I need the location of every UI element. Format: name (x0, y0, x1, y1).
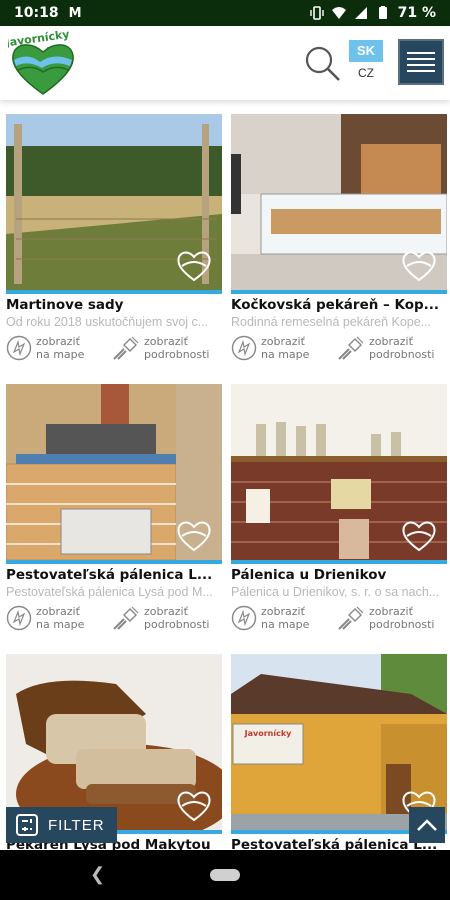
show-details-button[interactable]: zobraziť podrobnosti (337, 605, 435, 631)
javornicky-badge-icon (177, 791, 211, 822)
battery-percent: 71 % (397, 5, 436, 21)
map-line2: na mape (261, 618, 310, 631)
card-description: Od roku 2018 uskutočňujem svoj c... (6, 315, 209, 329)
lang-sk-button[interactable]: SK (349, 40, 383, 62)
map-line2: na mape (261, 348, 310, 361)
show-details-button[interactable]: zobraziť podrobnosti (337, 335, 435, 361)
map-line2: na mape (36, 348, 85, 361)
flashlight-icon (113, 606, 139, 630)
map-icon (6, 335, 32, 361)
hamburger-menu-button[interactable] (398, 39, 444, 85)
language-switcher: SK CZ (349, 40, 383, 82)
detail-line2: podrobnosti (144, 618, 210, 631)
card-accent-bar (231, 560, 447, 564)
detail-line1: zobraziť (144, 605, 188, 618)
javornicky-badge-icon (177, 521, 211, 552)
detail-line2: podrobnosti (369, 348, 435, 361)
logo[interactable]: Javornícky originál (8, 30, 78, 96)
card-description: Pestovateľská pálenica Lysá pod M... (6, 585, 213, 599)
flashlight-icon (338, 606, 364, 630)
javornicky-badge-icon (402, 521, 436, 552)
show-on-map-button[interactable]: zobraziť na mape (6, 605, 84, 631)
app-header: Javornícky originál SK CZ (0, 26, 450, 100)
map-icon (231, 335, 257, 361)
detail-line2: podrobnosti (144, 348, 210, 361)
map-icon (231, 605, 257, 631)
search-icon[interactable] (303, 44, 343, 84)
menu-line (407, 58, 435, 60)
system-nav-bar: ❮ (0, 850, 450, 900)
card-accent-bar (6, 290, 222, 294)
show-on-map-button[interactable]: zobraziť na mape (6, 335, 84, 361)
card-title[interactable]: Kočkovská pekáreň – Kop... (231, 297, 447, 313)
filter-button[interactable]: FILTER (6, 807, 117, 843)
detail-line1: zobraziť (369, 605, 413, 618)
detail-line2: podrobnosti (369, 618, 435, 631)
map-line1: zobraziť (36, 335, 80, 348)
card-description: Pálenica u Drienikov, s. r. o sa nach... (231, 585, 440, 599)
card-title[interactable]: Martinove sady (6, 297, 222, 313)
back-icon[interactable]: ❮ (90, 864, 105, 885)
lang-cz-button[interactable]: CZ (349, 62, 383, 82)
clock: 10:18 (14, 5, 59, 21)
filter-icon (16, 814, 38, 836)
flashlight-icon (338, 336, 364, 360)
listing-grid: Martinove sady Od roku 2018 uskutočňujem… (0, 100, 450, 850)
scroll-to-top-button[interactable] (409, 807, 445, 843)
card-accent-bar (6, 560, 222, 564)
gmail-icon: M (68, 5, 82, 21)
menu-line (407, 64, 435, 66)
chevron-up-icon (417, 819, 437, 831)
show-details-button[interactable]: zobraziť podrobnosti (112, 605, 210, 631)
card-title[interactable]: Pestovateľská pálenica L... (6, 567, 222, 583)
map-line1: zobraziť (36, 605, 80, 618)
vibrate-icon (309, 6, 324, 20)
home-pill-icon[interactable] (210, 869, 240, 881)
menu-line (407, 70, 435, 72)
battery-icon (378, 6, 387, 19)
card-description: Rodinná remeselná pekáreň Kope... (231, 315, 432, 329)
card-title[interactable]: Pálenica u Drienikov (231, 567, 447, 583)
map-line1: zobraziť (261, 335, 305, 348)
filter-label: FILTER (48, 816, 105, 834)
javornicky-badge-icon (402, 251, 436, 282)
flashlight-icon (113, 336, 139, 360)
detail-line1: zobraziť (144, 335, 188, 348)
javornicky-badge-icon (177, 251, 211, 282)
signal-icon (354, 7, 367, 19)
show-on-map-button[interactable]: zobraziť na mape (231, 605, 309, 631)
status-bar: 10:18 M 71 % (0, 0, 450, 26)
map-icon (6, 605, 32, 631)
map-line2: na mape (36, 618, 85, 631)
show-on-map-button[interactable]: zobraziť na mape (231, 335, 309, 361)
detail-line1: zobraziť (369, 335, 413, 348)
card-accent-bar (231, 290, 447, 294)
map-line1: zobraziť (261, 605, 305, 618)
wifi-icon (331, 7, 346, 19)
menu-line (407, 52, 435, 54)
photo-shop-sign: Javornícky (244, 729, 293, 738)
show-details-button[interactable]: zobraziť podrobnosti (112, 335, 210, 361)
